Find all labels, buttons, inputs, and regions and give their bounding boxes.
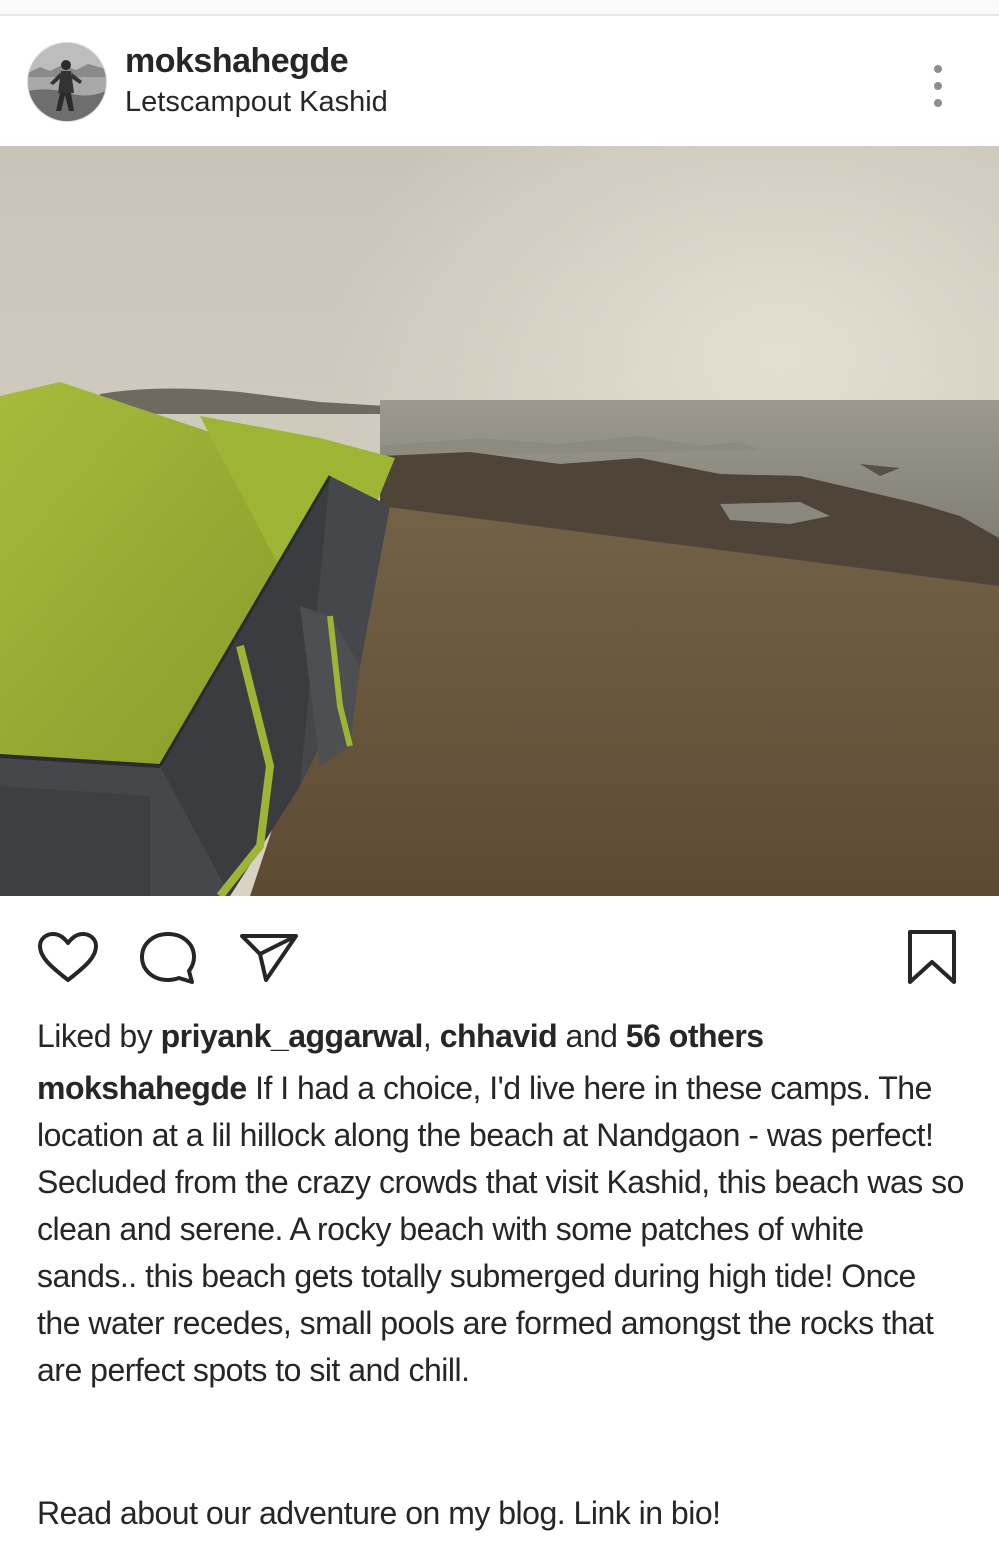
caption-text: If I had a choice, I'd live here in thes… — [37, 1070, 964, 1388]
more-options-icon — [934, 82, 942, 90]
likes-separator: , — [422, 1018, 432, 1054]
post-header: mokshahegde Letscampout Kashid — [0, 16, 999, 146]
post-location[interactable]: Letscampout Kashid — [125, 86, 388, 119]
comment-button[interactable] — [136, 930, 200, 984]
likes-conjunction: and — [565, 1018, 618, 1054]
share-button[interactable] — [236, 930, 300, 984]
more-options-button[interactable] — [916, 56, 960, 116]
likes-prefix: Liked by — [37, 1018, 153, 1054]
post-caption: mokshahegde If I had a choice, I'd live … — [37, 1065, 967, 1394]
more-options-icon — [934, 99, 942, 107]
avatar[interactable] — [27, 42, 107, 122]
tents-on-hillock-by-beach-photo — [0, 146, 999, 896]
post-action-bar — [0, 896, 999, 1006]
likes-count-link[interactable]: 56 others — [626, 1018, 764, 1054]
caption-blog-note: Read about our adventure on my blog. Lin… — [37, 1495, 721, 1531]
liked-by-user-link[interactable]: chhavid — [440, 1018, 558, 1054]
bookmark-icon — [908, 930, 956, 984]
heart-icon — [38, 932, 98, 982]
send-icon — [240, 934, 298, 982]
profile-photo — [28, 43, 106, 121]
save-button[interactable] — [900, 930, 964, 984]
post-photo[interactable] — [0, 146, 999, 896]
like-button[interactable] — [36, 930, 100, 984]
post-author-username[interactable]: mokshahegde — [125, 42, 349, 81]
likes-summary: Liked by priyank_aggarwal, chhavid and 5… — [37, 1014, 967, 1058]
caption-username[interactable]: mokshahegde — [37, 1070, 247, 1106]
liked-by-user-link[interactable]: priyank_aggarwal — [161, 1018, 424, 1054]
comment-icon — [140, 932, 196, 984]
top-divider — [0, 0, 999, 16]
more-options-icon — [934, 65, 942, 73]
